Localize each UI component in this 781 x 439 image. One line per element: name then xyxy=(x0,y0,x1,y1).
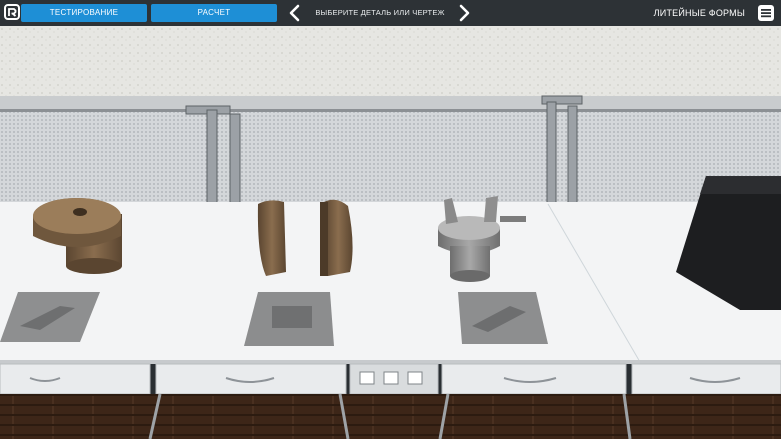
hamburger-menu-icon[interactable] xyxy=(757,4,775,22)
top-toolbar: ТЕСТИРОВАНИЕ РАСЧЕТ ВЫБЕРИТЕ ДЕТАЛЬ ИЛИ … xyxy=(0,0,781,26)
drawing-sheet-2 xyxy=(244,292,334,346)
floor xyxy=(0,394,781,439)
lab-scene xyxy=(0,26,781,439)
category-title: ЛИТЕЙНЫЕ ФОРМЫ xyxy=(653,8,745,18)
chevron-left-icon[interactable] xyxy=(287,3,303,23)
app-logo-icon[interactable] xyxy=(4,4,20,20)
chevron-right-icon[interactable] xyxy=(456,3,472,23)
table-drawers xyxy=(0,363,781,395)
mesh-panel xyxy=(0,112,781,204)
testing-button[interactable]: ТЕСТИРОВАНИЕ xyxy=(21,4,147,22)
back-rail xyxy=(0,96,781,110)
calculation-button[interactable]: РАСЧЕТ xyxy=(151,4,277,22)
wall xyxy=(0,26,781,98)
part-selector-label: ВЫБЕРИТЕ ДЕТАЛЬ ИЛИ ЧЕРТЕЖ xyxy=(315,8,445,17)
drawing-sheet-3 xyxy=(458,292,548,344)
